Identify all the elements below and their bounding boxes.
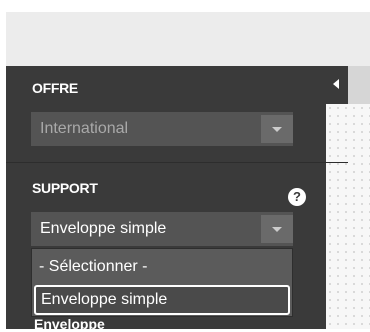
offre-label: OFFRE xyxy=(32,80,78,96)
chevron-down-icon xyxy=(272,227,282,232)
offre-select-value: International xyxy=(40,120,129,137)
collapse-sidebar-button[interactable] xyxy=(326,66,348,104)
offre-select[interactable]: International xyxy=(31,112,293,146)
support-dropdown-list: - Sélectionner - Enveloppe simple xyxy=(31,248,293,317)
help-icon[interactable]: ? xyxy=(288,188,306,206)
dropdown-option-label: Enveloppe simple xyxy=(41,291,168,308)
support-label: SUPPORT xyxy=(32,180,98,196)
section-divider xyxy=(6,162,348,163)
canvas-area xyxy=(326,104,370,329)
chevron-left-icon xyxy=(333,79,339,89)
support-select-toggle[interactable] xyxy=(261,215,293,243)
support-select[interactable]: Enveloppe simple xyxy=(31,212,293,246)
top-bar xyxy=(6,12,370,66)
support-select-value: Enveloppe simple xyxy=(40,220,167,237)
offre-select-toggle[interactable] xyxy=(261,115,293,143)
panel-edge xyxy=(348,66,370,104)
dropdown-option-select[interactable]: - Sélectionner - xyxy=(39,258,148,276)
chevron-down-icon xyxy=(272,127,282,132)
dropdown-option-enveloppe-simple[interactable]: Enveloppe simple xyxy=(34,285,290,315)
enveloppe-label: Enveloppe xyxy=(34,316,105,332)
